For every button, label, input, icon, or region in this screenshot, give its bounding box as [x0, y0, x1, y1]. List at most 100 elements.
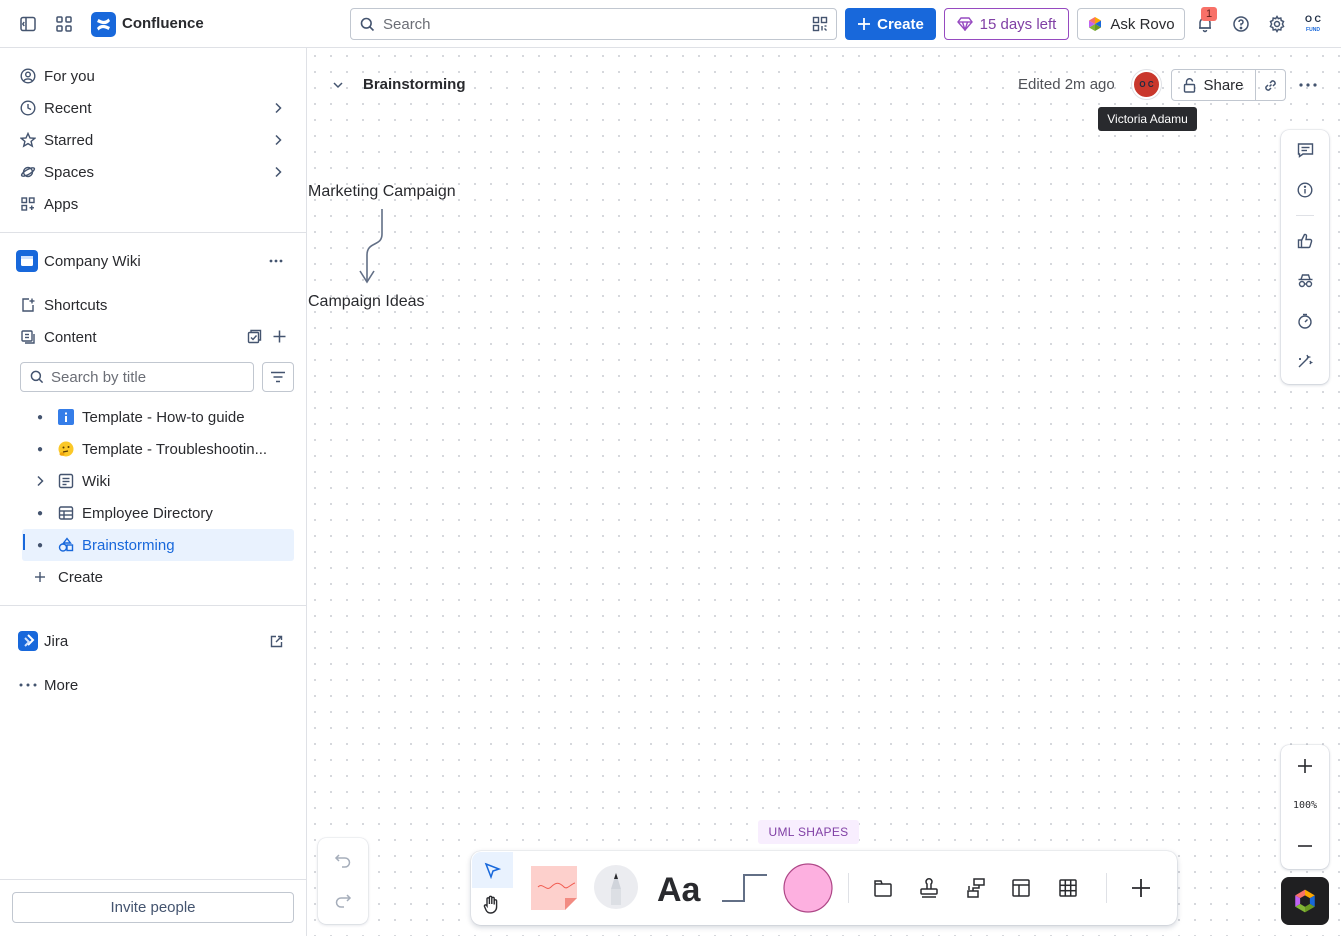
- sidebar-item-label: Content: [44, 328, 97, 346]
- connector-tool[interactable]: [719, 871, 769, 905]
- tree-item-label: Brainstorming: [82, 536, 175, 554]
- external-link-icon[interactable]: [270, 635, 283, 648]
- diagram-shapes-icon[interactable]: [965, 877, 987, 899]
- confluence-logo-icon[interactable]: [91, 12, 116, 37]
- app-switcher-icon[interactable]: [50, 10, 78, 38]
- tree-item-label: Wiki: [82, 472, 111, 490]
- more-dots-icon: [12, 683, 44, 687]
- chevron-right-icon[interactable]: [273, 102, 283, 114]
- trial-button[interactable]: 15 days left: [944, 8, 1069, 40]
- filter-button[interactable]: [262, 362, 294, 392]
- tree-item-troubleshooting[interactable]: ● Template - Troubleshootin...: [22, 433, 294, 465]
- uml-shapes-label[interactable]: UML SHAPES: [758, 820, 859, 844]
- sidebar-item-more[interactable]: More: [12, 669, 295, 701]
- cursor-arrow-icon: [484, 862, 501, 879]
- ask-rovo-button[interactable]: Ask Rovo: [1077, 8, 1185, 40]
- comment-icon[interactable]: [1293, 138, 1317, 162]
- template-layout-icon[interactable]: [1011, 878, 1031, 898]
- shape-tool[interactable]: [783, 863, 833, 913]
- sidebar-item-recent[interactable]: Recent: [12, 92, 295, 124]
- info-circle-icon[interactable]: [1293, 178, 1317, 202]
- tree-item-wiki[interactable]: Wiki: [22, 465, 294, 497]
- rovo-assistant-button[interactable]: [1281, 877, 1329, 925]
- avatar[interactable]: O C: [1132, 70, 1161, 99]
- node-campaign-ideas[interactable]: Campaign Ideas: [308, 293, 425, 311]
- redo-icon[interactable]: [334, 892, 352, 908]
- zoom-in-plus-icon[interactable]: [1297, 758, 1313, 774]
- settings-gear-icon[interactable]: [1263, 10, 1291, 38]
- search-placeholder: Search: [383, 16, 431, 33]
- hand-pan-icon[interactable]: [482, 895, 501, 915]
- table-grid-icon[interactable]: [1058, 878, 1078, 898]
- pen-icon: [611, 873, 621, 905]
- zoom-out-minus-icon[interactable]: [1297, 838, 1313, 854]
- space-header-company-wiki[interactable]: Company Wiki: [12, 245, 295, 277]
- clock-icon: [12, 100, 44, 116]
- bulk-select-icon[interactable]: [247, 329, 262, 344]
- trial-label: 15 days left: [979, 15, 1057, 33]
- connector-arrow[interactable]: [355, 207, 395, 289]
- tree-item-brainstorming[interactable]: ● Brainstorming: [22, 529, 294, 561]
- stamp-icon[interactable]: [919, 877, 939, 899]
- sidebar-toggle-icon[interactable]: [14, 10, 42, 38]
- magic-wand-icon[interactable]: [1293, 349, 1317, 373]
- top-navigation-bar: Confluence Search Create 15 days left As…: [0, 0, 1341, 48]
- thumbs-up-icon[interactable]: [1293, 229, 1317, 253]
- more-actions-icon[interactable]: [1298, 77, 1318, 93]
- space-icon: [16, 250, 38, 272]
- sidebar-item-apps[interactable]: Apps: [12, 188, 295, 220]
- scan-qr-icon[interactable]: [812, 16, 828, 32]
- text-tool[interactable]: Aa: [656, 865, 706, 911]
- sidebar-divider: [0, 232, 306, 233]
- sidebar-item-for-you[interactable]: For you: [12, 60, 295, 92]
- page-icon: [58, 473, 82, 489]
- title-search-input[interactable]: Search by title: [20, 362, 254, 392]
- node-marketing-campaign[interactable]: Marketing Campaign: [308, 183, 456, 201]
- tree-item-employee-directory[interactable]: ● Employee Directory: [22, 497, 294, 529]
- page-title[interactable]: Brainstorming: [363, 76, 466, 93]
- search-icon: [360, 17, 375, 32]
- planet-icon: [12, 164, 44, 180]
- search-icon: [30, 370, 44, 384]
- timer-icon[interactable]: [1293, 309, 1317, 333]
- global-search-input[interactable]: Search: [350, 8, 837, 40]
- space-name: Company Wiki: [44, 252, 141, 270]
- filter-icon: [270, 371, 286, 383]
- rovo-icon: [1292, 888, 1318, 914]
- frame-section-icon[interactable]: [873, 878, 893, 898]
- share-button[interactable]: Share: [1171, 69, 1256, 101]
- sidebar-item-shortcuts[interactable]: Shortcuts: [12, 289, 295, 321]
- incognito-icon[interactable]: [1293, 269, 1317, 293]
- sidebar-item-content[interactable]: Content: [12, 321, 295, 353]
- sidebar-item-spaces[interactable]: Spaces: [12, 156, 295, 188]
- invite-people-button[interactable]: Invite people: [12, 892, 294, 923]
- bullet-icon: ●: [36, 443, 44, 455]
- apps-icon: [12, 196, 44, 212]
- chevron-right-icon[interactable]: [273, 166, 283, 178]
- pen-tool[interactable]: [594, 865, 638, 909]
- sidebar-item-starred[interactable]: Starred: [12, 124, 295, 156]
- add-content-plus-icon[interactable]: [272, 329, 287, 344]
- profile-avatar[interactable]: O C FUND: [1300, 14, 1326, 36]
- app-name[interactable]: Confluence: [122, 15, 204, 32]
- sidebar-item-label: Jira: [44, 632, 69, 650]
- whiteboard-canvas[interactable]: [307, 48, 1341, 936]
- user-circle-icon: [12, 68, 44, 84]
- sidebar-item-jira[interactable]: Jira: [12, 625, 295, 657]
- chevron-right-icon[interactable]: [273, 134, 283, 146]
- select-tool[interactable]: [472, 852, 513, 888]
- collapse-chevron-icon[interactable]: [331, 78, 345, 92]
- more-tools-plus-icon[interactable]: [1130, 877, 1152, 899]
- copy-link-button[interactable]: [1255, 69, 1286, 101]
- tree-item-how-to-guide[interactable]: ● Template - How-to guide: [22, 401, 294, 433]
- create-button[interactable]: Create: [845, 8, 936, 40]
- help-icon[interactable]: [1227, 10, 1255, 38]
- tree-create-button[interactable]: Create: [22, 561, 294, 593]
- more-options-icon[interactable]: [269, 259, 283, 263]
- sticky-note-tool[interactable]: [530, 865, 578, 911]
- zoom-level[interactable]: 100%: [1281, 800, 1329, 811]
- chevron-right-icon[interactable]: [22, 475, 58, 487]
- undo-icon[interactable]: [334, 852, 352, 868]
- sidebar-item-label: Spaces: [44, 163, 95, 181]
- zoom-controls: 100%: [1281, 745, 1329, 869]
